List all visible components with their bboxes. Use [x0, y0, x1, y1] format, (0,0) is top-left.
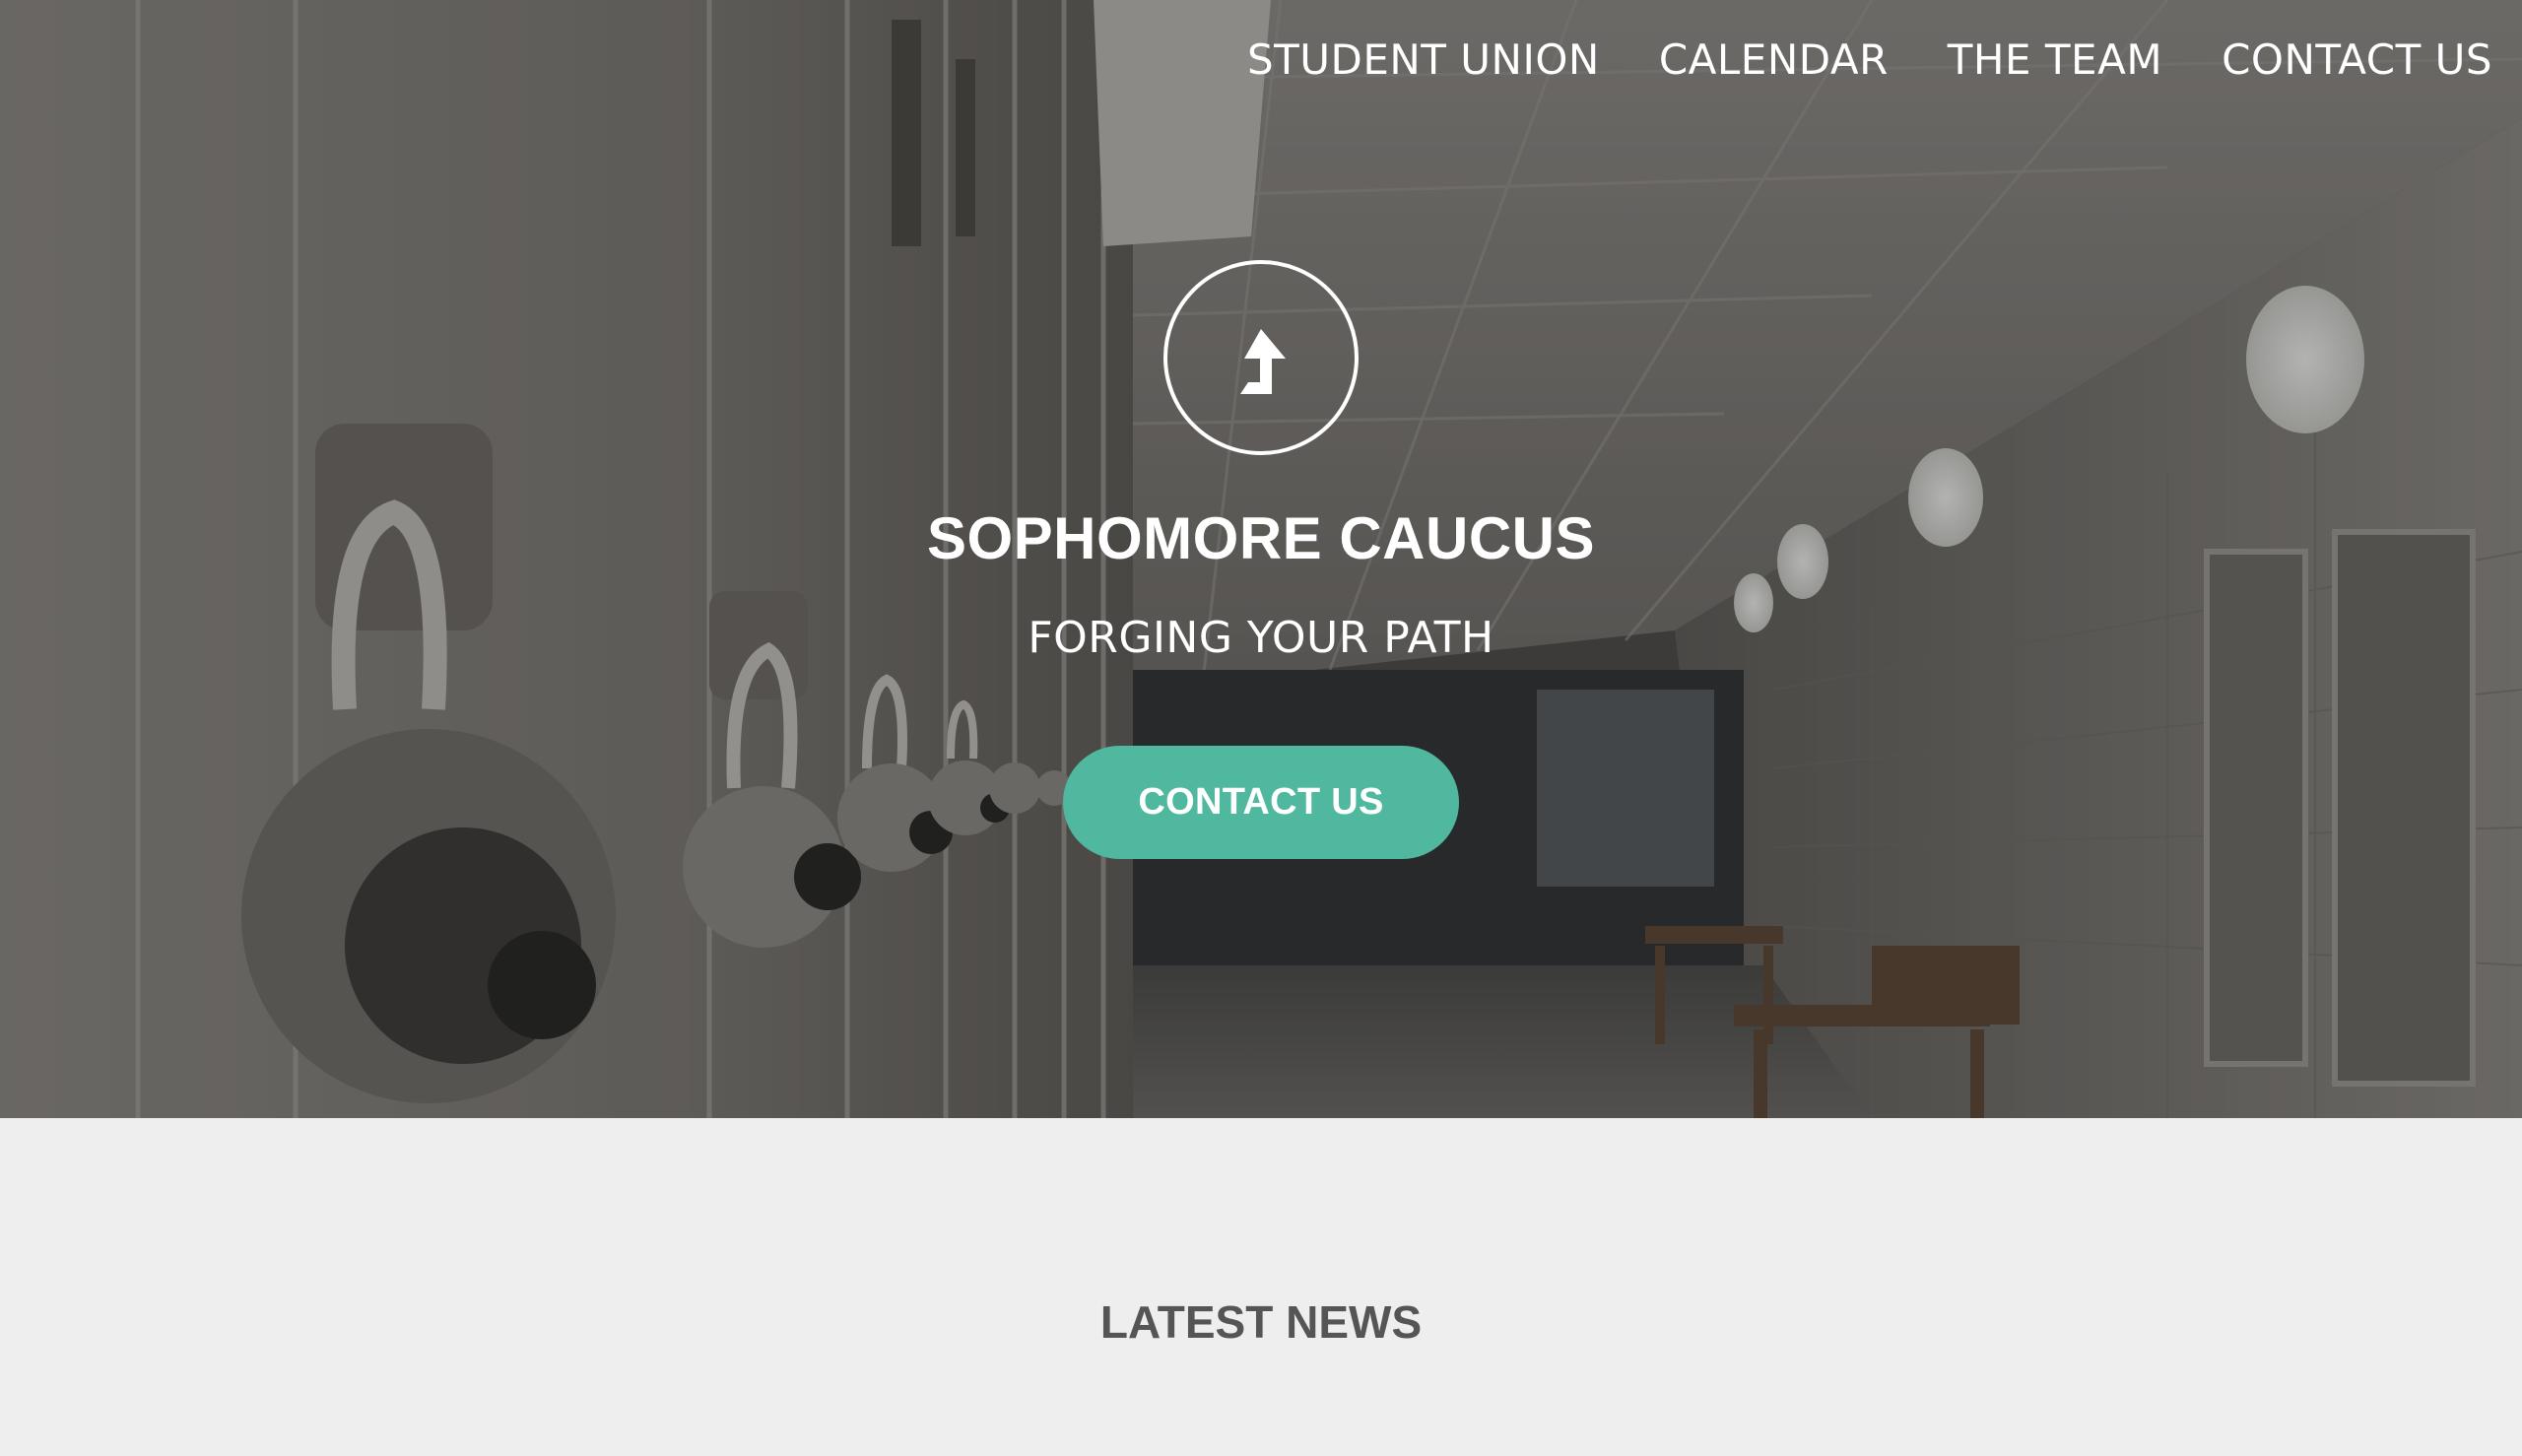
latest-news-section: LATEST NEWS — [0, 1118, 2522, 1456]
nav-item-the-team[interactable]: THE TEAM — [1948, 35, 2162, 84]
nav-item-calendar[interactable]: CALENDAR — [1659, 35, 1889, 84]
top-nav: STUDENT UNION CALENDAR THE TEAM CONTACT … — [1247, 35, 2492, 84]
contact-us-button[interactable]: CONTACT US — [1063, 746, 1459, 859]
latest-news-heading: LATEST NEWS — [1099, 1296, 1423, 1348]
page-title: SOPHOMORE CAUCUS — [926, 505, 1596, 571]
nav-item-contact-us[interactable]: CONTACT US — [2222, 35, 2492, 84]
hero-section: STUDENT UNION CALENDAR THE TEAM CONTACT … — [0, 0, 2522, 1118]
turn-up-arrow-icon — [1240, 329, 1286, 394]
logo — [1163, 260, 1359, 455]
nav-item-student-union[interactable]: STUDENT UNION — [1247, 35, 1600, 84]
page-subtitle: FORGING YOUR PATH — [1028, 613, 1494, 663]
